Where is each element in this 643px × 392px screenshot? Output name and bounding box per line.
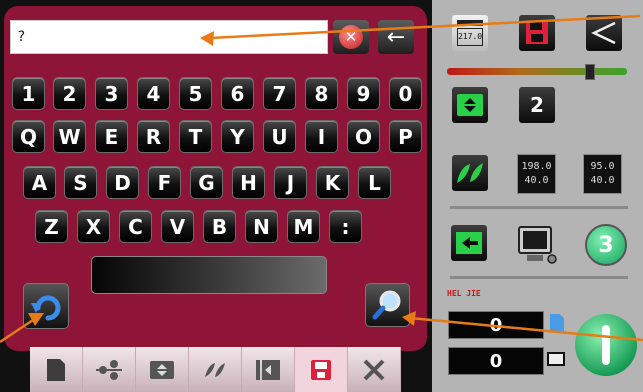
key-g[interactable]: G bbox=[190, 166, 223, 199]
readout-2-bottom: 40.0 bbox=[590, 175, 615, 186]
tab-tools[interactable] bbox=[348, 347, 401, 392]
undo-icon bbox=[31, 295, 61, 321]
monitor-button[interactable] bbox=[515, 223, 559, 267]
key-u[interactable]: U bbox=[263, 120, 296, 153]
key-f[interactable]: F bbox=[148, 166, 181, 199]
enter-green-icon bbox=[456, 232, 482, 254]
readout-1[interactable]: 198.0 40.0 bbox=[517, 154, 556, 194]
key-p[interactable]: P bbox=[389, 120, 422, 153]
key-l[interactable]: L bbox=[358, 166, 391, 199]
leaves-icon bbox=[205, 362, 225, 377]
key-n[interactable]: N bbox=[245, 210, 278, 243]
key-i[interactable]: I bbox=[305, 120, 338, 153]
power-icon bbox=[602, 325, 610, 365]
bottom-tab-bar bbox=[30, 347, 405, 392]
key-s[interactable]: S bbox=[64, 166, 97, 199]
clear-button[interactable]: ✕ bbox=[333, 20, 369, 54]
key-6[interactable]: 6 bbox=[221, 77, 254, 110]
key-j[interactable]: J bbox=[274, 166, 307, 199]
key-colon[interactable]: : bbox=[329, 210, 362, 243]
tab-save[interactable] bbox=[295, 347, 348, 392]
monitor-icon bbox=[518, 226, 557, 264]
step-button[interactable]: 3 bbox=[584, 223, 628, 267]
key-r[interactable]: R bbox=[137, 120, 170, 153]
level-slider[interactable] bbox=[447, 68, 627, 75]
key-4[interactable]: 4 bbox=[137, 77, 170, 110]
left-area: ? ✕ ← 1 2 3 4 5 6 7 8 9 0 Q W E R T Y U … bbox=[0, 0, 432, 392]
key-t[interactable]: T bbox=[179, 120, 212, 153]
magnifier-icon bbox=[372, 290, 400, 320]
backspace-button[interactable]: ← bbox=[378, 20, 414, 54]
calendar-value: 217.0 bbox=[457, 28, 483, 46]
key-x[interactable]: X bbox=[77, 210, 110, 243]
tab-document[interactable] bbox=[30, 347, 83, 392]
key-3[interactable]: 3 bbox=[95, 77, 128, 110]
divider-1 bbox=[450, 206, 628, 209]
document-icon bbox=[47, 358, 65, 381]
key-w[interactable]: W bbox=[53, 120, 86, 153]
mode-label: HEL JIE bbox=[447, 289, 481, 298]
calendar-button[interactable]: 217.0 bbox=[452, 15, 488, 51]
compress-green-icon bbox=[457, 94, 483, 116]
key-b[interactable]: B bbox=[203, 210, 236, 243]
leaves-button[interactable] bbox=[452, 155, 488, 191]
key-c[interactable]: C bbox=[119, 210, 152, 243]
send-button[interactable] bbox=[586, 15, 622, 51]
compress-button[interactable] bbox=[452, 87, 488, 123]
step-number-icon: 3 bbox=[585, 224, 627, 266]
calendar-icon: 217.0 bbox=[455, 18, 485, 48]
save-file-button[interactable] bbox=[519, 15, 555, 51]
clear-icon: ✕ bbox=[339, 25, 363, 49]
key-9[interactable]: 9 bbox=[347, 77, 380, 110]
readout-1-bottom: 40.0 bbox=[524, 175, 549, 186]
key-0[interactable]: 0 bbox=[389, 77, 422, 110]
backspace-icon: ← bbox=[386, 24, 406, 50]
step-number: 3 bbox=[598, 232, 614, 258]
undo-button[interactable] bbox=[23, 283, 69, 329]
tab-leaves[interactable] bbox=[189, 347, 242, 392]
readout-2[interactable]: 95.0 40.0 bbox=[583, 154, 622, 194]
counter-2[interactable]: 0 bbox=[448, 347, 544, 375]
divider-2 bbox=[450, 276, 628, 279]
readout-1-top: 198.0 bbox=[521, 161, 552, 172]
window-icon bbox=[547, 352, 565, 366]
power-button[interactable] bbox=[575, 314, 637, 376]
key-e[interactable]: E bbox=[95, 120, 128, 153]
key-o[interactable]: O bbox=[347, 120, 380, 153]
key-h[interactable]: H bbox=[232, 166, 265, 199]
key-5[interactable]: 5 bbox=[179, 77, 212, 110]
count-button[interactable]: 2 bbox=[519, 87, 555, 123]
search-input[interactable]: ? bbox=[10, 20, 328, 54]
slider-thumb[interactable] bbox=[585, 64, 595, 80]
counter-1[interactable]: 0 bbox=[448, 311, 544, 339]
tab-compress[interactable] bbox=[136, 347, 189, 392]
key-7[interactable]: 7 bbox=[263, 77, 296, 110]
tab-enter[interactable] bbox=[242, 347, 295, 392]
key-1[interactable]: 1 bbox=[12, 77, 45, 110]
key-y[interactable]: Y bbox=[221, 120, 254, 153]
enter-button[interactable] bbox=[451, 225, 487, 261]
tools-icon bbox=[363, 359, 385, 380]
key-v[interactable]: V bbox=[161, 210, 194, 243]
floppy-icon bbox=[526, 22, 548, 44]
key-m[interactable]: M bbox=[287, 210, 320, 243]
nodes-icon bbox=[96, 359, 122, 380]
enter-icon bbox=[256, 359, 280, 380]
key-z[interactable]: Z bbox=[35, 210, 68, 243]
key-k[interactable]: K bbox=[316, 166, 349, 199]
space-bar[interactable] bbox=[91, 256, 327, 294]
key-a[interactable]: A bbox=[23, 166, 56, 199]
search-button[interactable] bbox=[365, 283, 410, 327]
readout-2-top: 95.0 bbox=[590, 161, 615, 172]
key-2[interactable]: 2 bbox=[53, 77, 86, 110]
compress-icon bbox=[150, 360, 174, 379]
send-arrow-icon bbox=[591, 21, 616, 45]
key-q[interactable]: Q bbox=[12, 120, 45, 153]
key-d[interactable]: D bbox=[106, 166, 139, 199]
tab-nodes[interactable] bbox=[83, 347, 136, 392]
save-icon bbox=[311, 359, 331, 380]
leaves-green-icon bbox=[457, 163, 483, 183]
key-8[interactable]: 8 bbox=[305, 77, 338, 110]
file-icon bbox=[550, 314, 564, 332]
